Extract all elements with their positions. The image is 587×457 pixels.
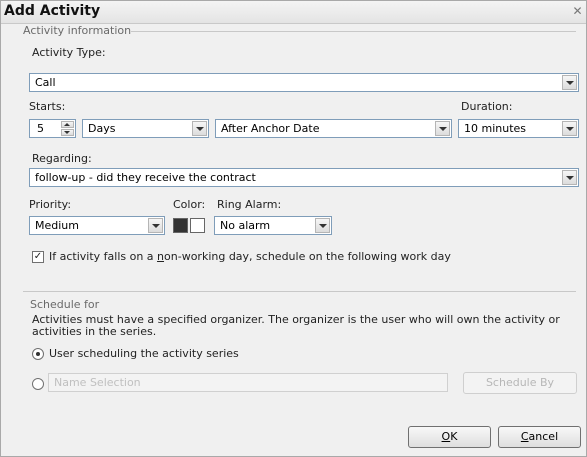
regarding-input[interactable]: follow-up - did they receive the contrac… — [29, 168, 579, 187]
group-divider — [23, 291, 576, 292]
chevron-down-icon[interactable] — [562, 170, 577, 185]
group-divider — [131, 31, 576, 32]
dialog-title: Add Activity — [4, 3, 101, 19]
starts-unit-value: Days — [88, 122, 116, 135]
spin-up-icon[interactable] — [61, 121, 74, 128]
color-swatch-light[interactable] — [190, 218, 205, 233]
activity-type-label: Activity Type: — [32, 46, 106, 59]
cancel-label-rest: ancel — [528, 430, 559, 443]
starts-number-value: 5 — [37, 122, 44, 135]
add-activity-dialog: Add Activity ✕ Activity information Acti… — [0, 0, 587, 457]
activity-type-value: Call — [35, 76, 56, 89]
starts-number-stepper[interactable]: 5 — [29, 119, 76, 138]
color-swatch-dark[interactable] — [173, 218, 188, 233]
schedule-description: Activities must have a specified organiz… — [32, 313, 560, 338]
duration-label: Duration: — [461, 100, 513, 113]
ring-alarm-label: Ring Alarm: — [217, 198, 282, 211]
nonworking-day-checkbox[interactable]: ✓ — [32, 251, 44, 263]
chevron-down-icon[interactable] — [435, 121, 450, 136]
ok-label-rest: K — [450, 430, 458, 443]
organizer-name-field[interactable]: Name Selection — [48, 373, 448, 392]
nonworking-text-after: on-working day, schedule on the followin… — [164, 250, 451, 263]
priority-value: Medium — [35, 219, 79, 232]
ok-button[interactable]: OK — [408, 426, 491, 448]
duration-select[interactable]: 10 minutes — [458, 119, 579, 138]
regarding-value: follow-up - did they receive the contrac… — [35, 171, 256, 184]
chevron-down-icon[interactable] — [148, 218, 163, 233]
starts-unit-select[interactable]: Days — [82, 119, 209, 138]
nonworking-accesskey: n — [157, 250, 165, 263]
ring-alarm-value: No alarm — [220, 219, 271, 232]
organizer-name-value: Name Selection — [54, 376, 141, 389]
chevron-down-icon[interactable] — [192, 121, 207, 136]
select-organizer-button[interactable]: Schedule By — [463, 372, 577, 394]
chevron-down-icon[interactable] — [315, 218, 330, 233]
priority-label: Priority: — [29, 198, 72, 211]
user-scheduling-label: User scheduling the activity series — [49, 347, 239, 360]
nonworking-day-label: If activity falls on a non-working day, … — [49, 250, 451, 263]
spinner-icon[interactable] — [61, 121, 74, 136]
starts-label: Starts: — [29, 100, 66, 113]
cancel-accesskey: C — [520, 430, 529, 443]
nonworking-text-before: If activity falls on a — [49, 250, 158, 263]
starts-anchor-value: After Anchor Date — [221, 122, 320, 135]
schedule-for-group-label: Schedule for — [30, 298, 100, 311]
priority-select[interactable]: Medium — [29, 216, 165, 235]
starts-anchor-select[interactable]: After Anchor Date — [215, 119, 452, 138]
title-bar: Add Activity ✕ — [1, 1, 586, 24]
chevron-down-icon[interactable] — [562, 75, 577, 90]
spin-down-icon[interactable] — [61, 129, 74, 136]
chevron-down-icon[interactable] — [562, 121, 577, 136]
close-icon[interactable]: ✕ — [570, 4, 585, 19]
user-scheduling-radio[interactable] — [32, 348, 44, 360]
regarding-label: Regarding: — [32, 152, 92, 165]
ok-accesskey: O — [441, 430, 451, 443]
activity-type-select[interactable]: Call — [29, 73, 579, 92]
activity-information-group-label: Activity information — [23, 24, 132, 37]
duration-value: 10 minutes — [464, 122, 527, 135]
cancel-button[interactable]: Cancel — [498, 426, 581, 448]
ring-alarm-select[interactable]: No alarm — [214, 216, 332, 235]
name-selection-radio[interactable] — [32, 378, 44, 390]
color-label: Color: — [173, 198, 206, 211]
